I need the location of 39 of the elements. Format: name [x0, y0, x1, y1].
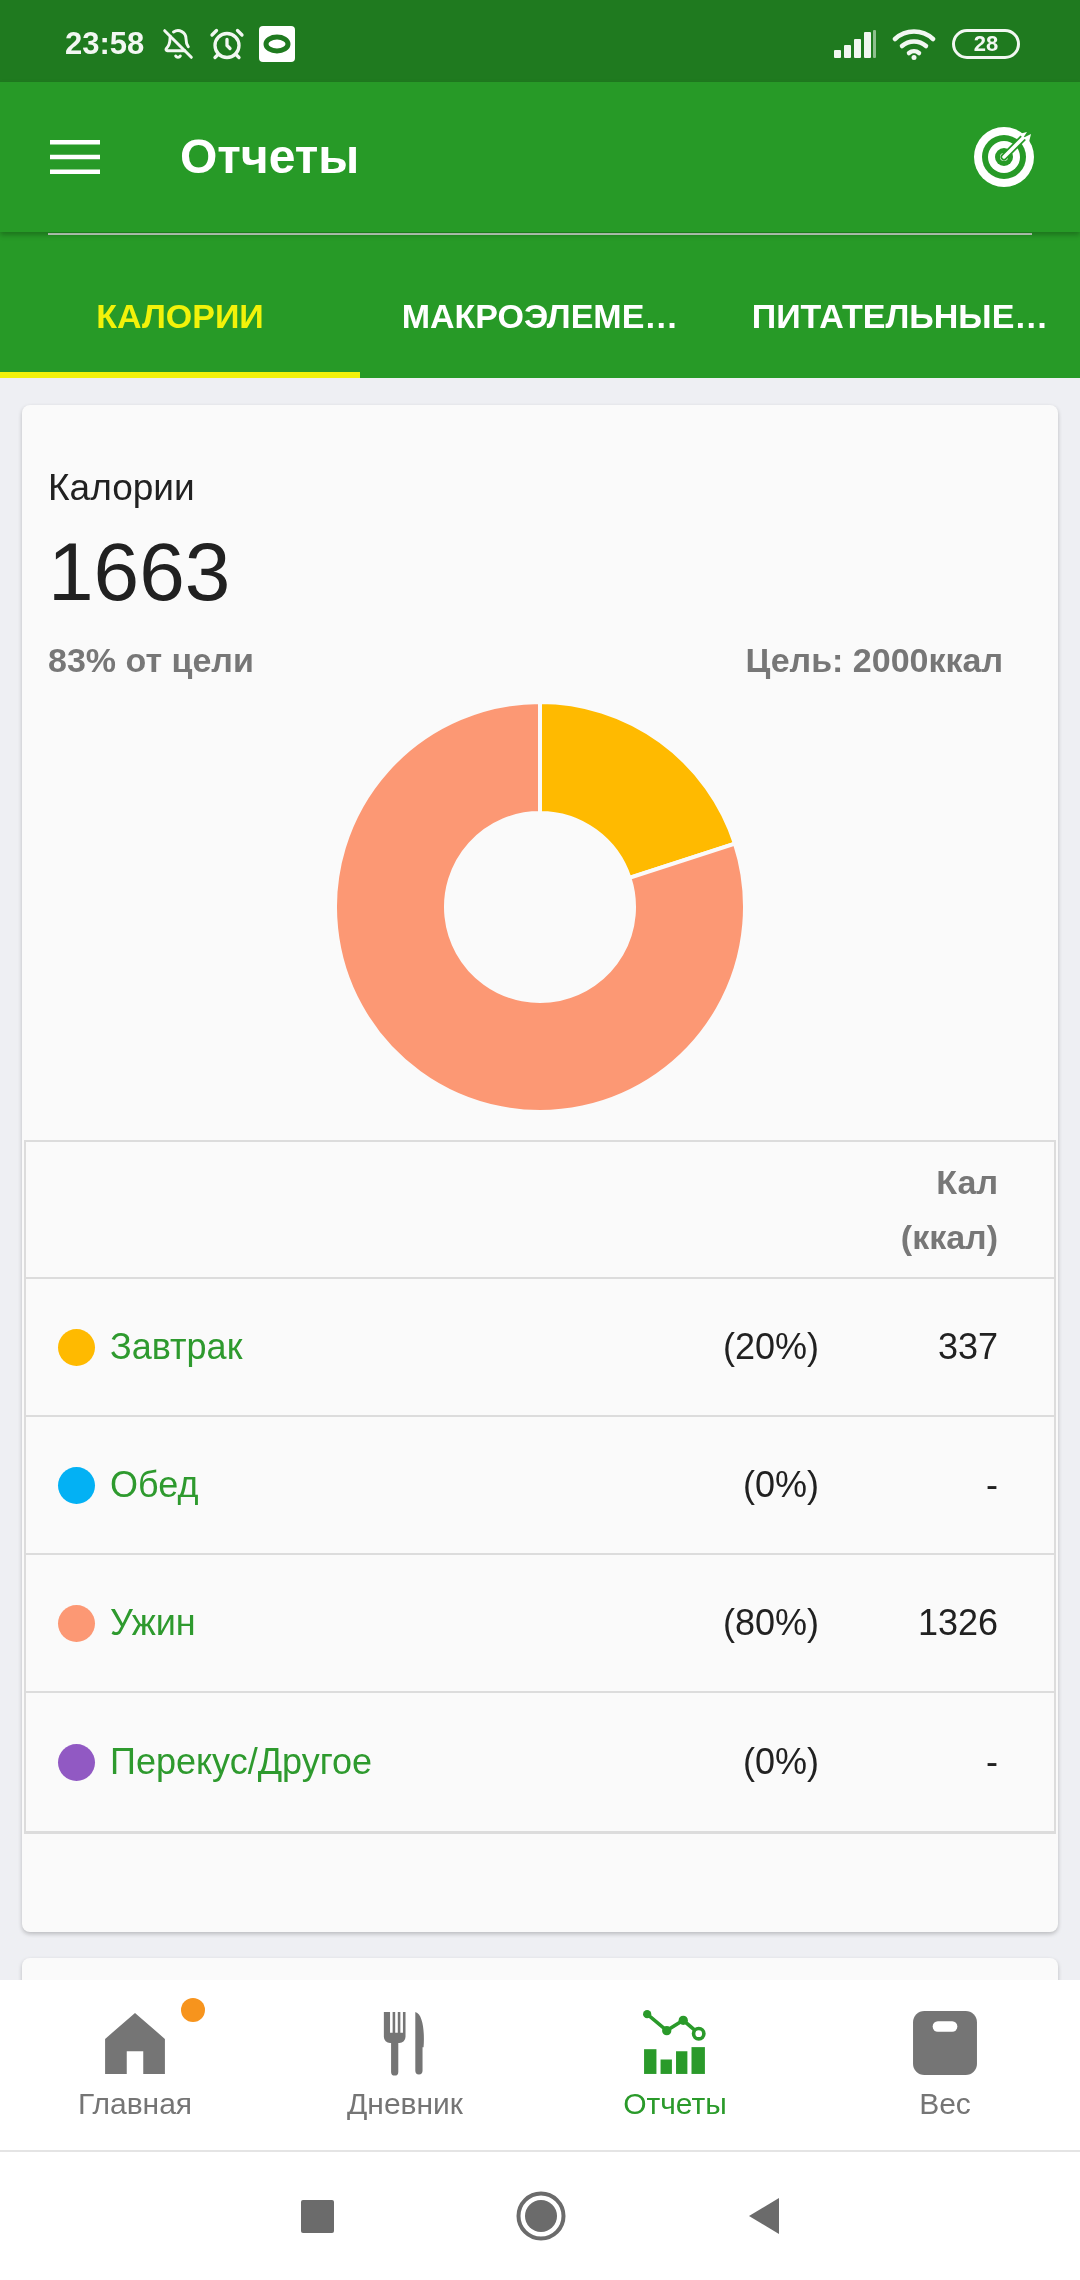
tab[interactable]: КАЛОРИИ: [0, 235, 360, 378]
menu-icon[interactable]: [50, 140, 100, 174]
nav-tab[interactable]: Дневник: [270, 1980, 540, 2150]
battery-indicator: 28: [952, 29, 1020, 59]
tab[interactable]: ПИТАТЕЛЬНЫЕ…: [720, 235, 1080, 378]
signal-icon: [834, 30, 876, 58]
table-cell: -: [986, 1740, 998, 1784]
nav-tab[interactable]: Отчеты: [540, 1980, 810, 2150]
table-cell: (0%): [743, 1463, 819, 1507]
meal-name: Завтрак: [110, 1325, 243, 1369]
nav-tab[interactable]: Вес: [810, 1980, 1080, 2150]
table-cell: 1326: [917, 1601, 998, 1645]
goal-summary-text: 83% от цели: [48, 640, 254, 681]
goal-value: Цель: 2000ккал: [745, 640, 1003, 681]
calorie-total: 1663: [48, 527, 231, 617]
summary-label: Калории: [48, 466, 195, 510]
column-header: Кал (ккал): [899, 1161, 998, 1258]
chart-icon: [642, 2010, 708, 2076]
status-time: 23:58: [65, 26, 145, 62]
home-button[interactable]: [515, 2191, 566, 2241]
recent-apps-button[interactable]: [300, 2199, 334, 2233]
scale-icon: [912, 2010, 978, 2076]
back-button[interactable]: [747, 2197, 780, 2235]
meal-name: Обед: [110, 1463, 199, 1507]
table-cell: (20%): [722, 1325, 819, 1369]
alarm-clock-icon: [209, 26, 246, 62]
app-notification-icon: [259, 26, 296, 62]
target-icon[interactable]: [973, 126, 1035, 188]
table-cell: (0%): [743, 1740, 819, 1784]
nav-tab[interactable]: Главная: [0, 1980, 270, 2150]
table-cell: 337: [937, 1325, 998, 1369]
bell-off-icon: [162, 28, 195, 60]
screen-title: Отчеты: [180, 129, 360, 185]
wifi-icon: [892, 28, 936, 60]
meal-name: Перекус/Другое: [110, 1740, 373, 1784]
table-cell: (80%): [722, 1601, 819, 1645]
table-cell: -: [986, 1463, 998, 1507]
meal-name: Ужин: [110, 1601, 196, 1645]
tab[interactable]: МАКРОЭЛЕМЕ…: [360, 235, 720, 378]
